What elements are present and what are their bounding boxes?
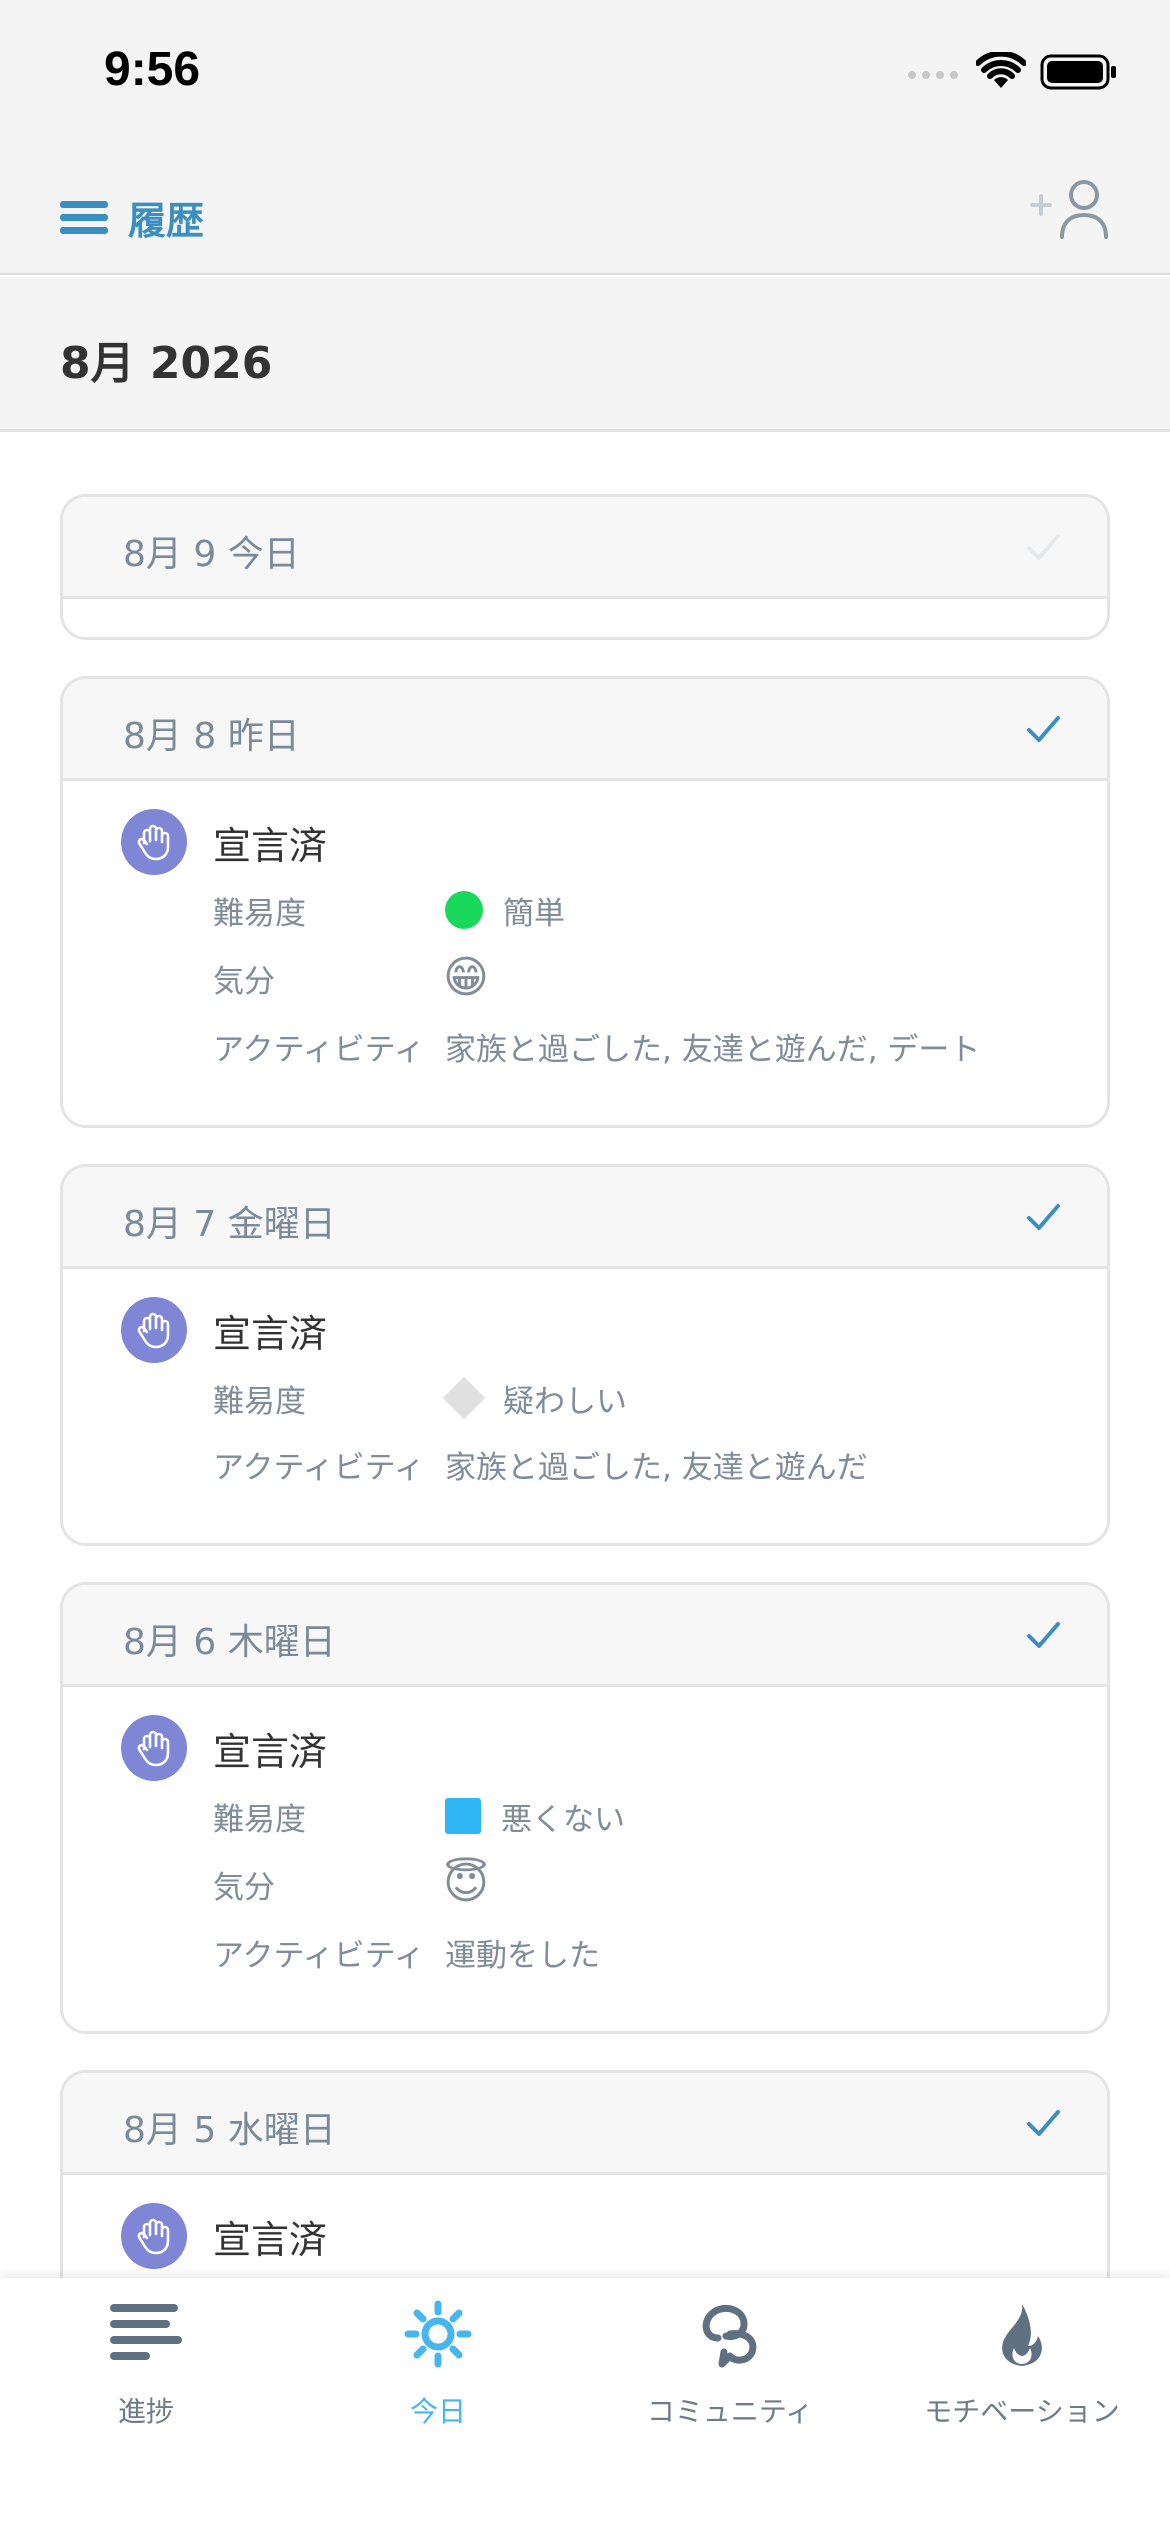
day-date: 8月 7 金曜日: [123, 1204, 336, 1245]
tab-progress[interactable]: 進捗: [0, 2298, 292, 2448]
declared-row: 宣言済: [121, 807, 1107, 877]
mood-row: 気分 😇: [213, 1849, 1107, 1919]
day-date: 8月 9 今日: [123, 534, 300, 575]
month-title: 8月 2026: [60, 338, 273, 389]
tab-label: 進捗: [117, 2395, 174, 2428]
activity-label: アクティビティ: [213, 1937, 425, 1974]
halo-face-icon: 😇: [443, 1858, 489, 1909]
declared-row: 宣言済: [121, 2201, 1107, 2271]
difficulty-row: 難易度 悪くない: [213, 1783, 1107, 1849]
day-card-header[interactable]: 8月 9 今日: [63, 497, 1107, 599]
difficulty-label: 難易度: [213, 1801, 306, 1838]
difficulty-row: 難易度 簡単: [213, 877, 1107, 943]
wifi-icon: [976, 52, 1026, 88]
activity-row: アクティビティ 家族と過ごした, 友達と遊んだ, デート: [213, 1013, 1107, 1079]
day-card-header[interactable]: 8月 7 金曜日: [63, 1167, 1107, 1269]
hamburger-menu-icon: [60, 200, 108, 234]
mood-value: 😇: [443, 1858, 489, 1909]
activity-row: アクティビティ 運動をした: [213, 1919, 1107, 1985]
day-date: 8月 5 水曜日: [123, 2110, 336, 2151]
day-card[interactable]: 8月 8 昨日 宣言済 難易度 簡単 気分 😁 アクティビティ 家族と過ごした,…: [60, 676, 1110, 1128]
day-card-header[interactable]: 8月 5 水曜日: [63, 2073, 1107, 2175]
tab-label: 今日: [409, 2395, 466, 2428]
easy-circle-icon: [445, 891, 483, 929]
status-bar: 9:56: [0, 0, 1170, 145]
status-time: 9:56: [104, 43, 201, 96]
tab-community[interactable]: コミュニティ: [584, 2298, 876, 2448]
day-card[interactable]: 8月 9 今日: [60, 494, 1110, 640]
cellular-signal-icon: [908, 71, 958, 79]
tab-today[interactable]: 今日: [292, 2298, 584, 2448]
menu-button[interactable]: 履歴: [60, 190, 204, 245]
history-list: 8月 9 今日 8月 8 昨日 宣言済 難易度 簡単 気分 😁 アクティビティ …: [60, 494, 1110, 2356]
mood-row: 気分 😁: [213, 943, 1107, 1013]
activity-label: アクティビティ: [213, 1449, 425, 1486]
hand-badge: [121, 809, 187, 875]
difficulty-text: 疑わしい: [503, 1383, 627, 1420]
tab-motivation[interactable]: モチベーション: [876, 2298, 1168, 2448]
community-chat-icon: [702, 2305, 757, 2368]
check-icon: [1027, 1622, 1060, 1648]
check-icon: [1027, 1204, 1060, 1230]
difficulty-value: 疑わしい: [442, 1376, 627, 1421]
day-card-body: 宣言済 難易度 疑わしい アクティビティ 家族と過ごした, 友達と遊んだ: [63, 1269, 1107, 1543]
not-bad-square-icon: [445, 1798, 481, 1834]
day-card[interactable]: 8月 7 金曜日 宣言済 難易度 疑わしい アクティビティ 家族と過ごした, 友…: [60, 1164, 1110, 1546]
check-icon: [1027, 2110, 1060, 2136]
hand-badge: [121, 1297, 187, 1363]
declared-label: 宣言済: [213, 1729, 328, 1774]
battery-icon: [1040, 54, 1116, 90]
check-icon: [1027, 534, 1060, 560]
hand-badge: [121, 1715, 187, 1781]
status-icons: [906, 52, 1118, 92]
day-card-header[interactable]: 8月 6 木曜日: [63, 1585, 1107, 1687]
tab-label: モチベーション: [924, 2395, 1120, 2428]
difficulty-value: 悪くない: [445, 1794, 625, 1839]
progress-bars-icon: [110, 2304, 182, 2360]
page-title: 履歴: [128, 199, 205, 243]
difficulty-row: 難易度 疑わしい: [213, 1365, 1107, 1431]
activity-label: アクティビティ: [213, 1031, 425, 1068]
tab-bar: 進捗 今日 コミュニティ モチベーション: [0, 2278, 1170, 2532]
tab-label: コミュニティ: [646, 2395, 814, 2428]
difficulty-label: 難易度: [213, 895, 306, 932]
day-card[interactable]: 8月 6 木曜日 宣言済 難易度 悪くない 気分 😇 アクティビティ 運動をした: [60, 1582, 1110, 2034]
activity-value: 運動をした: [445, 1937, 600, 1974]
day-card-body: 宣言済 難易度 簡単 気分 😁 アクティビティ 家族と過ごした, 友達と遊んだ,…: [63, 781, 1107, 1125]
activity-value: 家族と過ごした, 友達と遊んだ, デート: [445, 1031, 981, 1068]
raised-hand-icon: [137, 1312, 170, 1349]
declared-label: 宣言済: [213, 823, 328, 868]
add-user-icon[interactable]: [1028, 175, 1118, 245]
flame-icon: [1002, 2304, 1042, 2366]
check-icon: [1027, 716, 1060, 742]
sun-icon: [404, 2300, 472, 2368]
declared-label: 宣言済: [213, 1311, 328, 1356]
day-date: 8月 8 昨日: [123, 716, 300, 757]
nav-bar: 履歴: [0, 145, 1170, 275]
declared-label: 宣言済: [213, 2217, 328, 2262]
day-card-body: [63, 599, 1107, 637]
mood-label: 気分: [213, 963, 275, 1000]
mood-label: 気分: [213, 1869, 275, 1906]
raised-hand-icon: [137, 1730, 170, 1767]
declared-row: 宣言済: [121, 1713, 1107, 1783]
day-date: 8月 6 木曜日: [123, 1622, 336, 1663]
declared-row: 宣言済: [121, 1295, 1107, 1365]
difficulty-text: 悪くない: [501, 1801, 625, 1838]
hand-badge: [121, 2203, 187, 2269]
difficulty-text: 簡単: [503, 895, 565, 932]
doubtful-diamond-icon: [442, 1376, 486, 1420]
activity-row: アクティビティ 家族と過ごした, 友達と遊んだ: [213, 1431, 1107, 1497]
grinning-face-icon: 😁: [443, 952, 489, 1003]
difficulty-label: 難易度: [213, 1383, 306, 1420]
raised-hand-icon: [137, 2218, 170, 2255]
day-card-body: 宣言済 難易度 悪くない 気分 😇 アクティビティ 運動をした: [63, 1687, 1107, 2031]
day-card-header[interactable]: 8月 8 昨日: [63, 679, 1107, 781]
mood-value: 😁: [443, 952, 489, 1003]
activity-value: 家族と過ごした, 友達と遊んだ: [445, 1449, 868, 1486]
difficulty-value: 簡単: [445, 888, 565, 933]
month-header: 8月 2026: [0, 277, 1170, 432]
raised-hand-icon: [137, 824, 170, 861]
